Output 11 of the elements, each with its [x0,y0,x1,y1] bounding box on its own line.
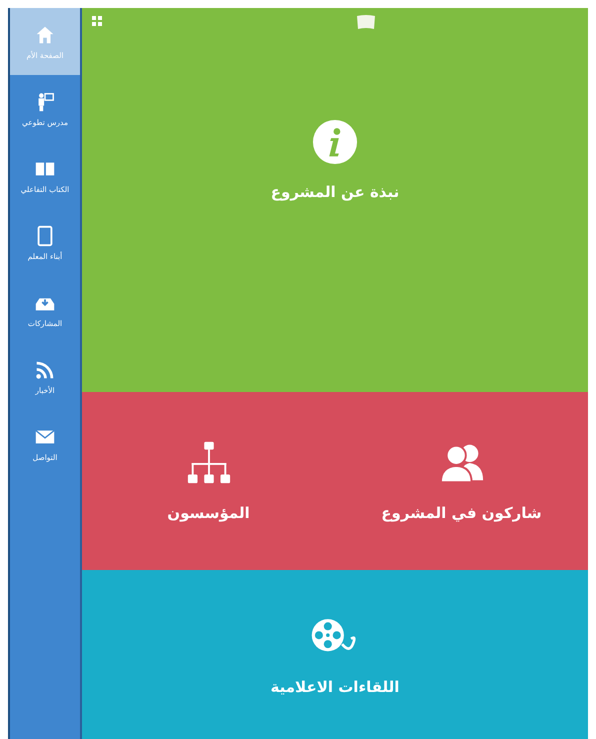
grid-icon[interactable] [92,16,102,26]
flag-icon [356,14,376,30]
founders-tile[interactable]: المؤسسون [82,392,335,570]
info-icon [310,119,360,165]
tile-label: نبذة عن المشروع [270,183,400,201]
tile-label: المؤسسون [167,504,250,522]
participants-tile[interactable]: شاركون في المشروع [335,392,588,570]
media-tile[interactable]: اللقاءات الاعلامية [82,570,588,739]
tile-label: اللقاءات الاعلامية [270,678,400,696]
project-tile[interactable]: نبذة عن المشروع [82,8,588,392]
tile-label: شاركون في المشروع [381,504,542,522]
